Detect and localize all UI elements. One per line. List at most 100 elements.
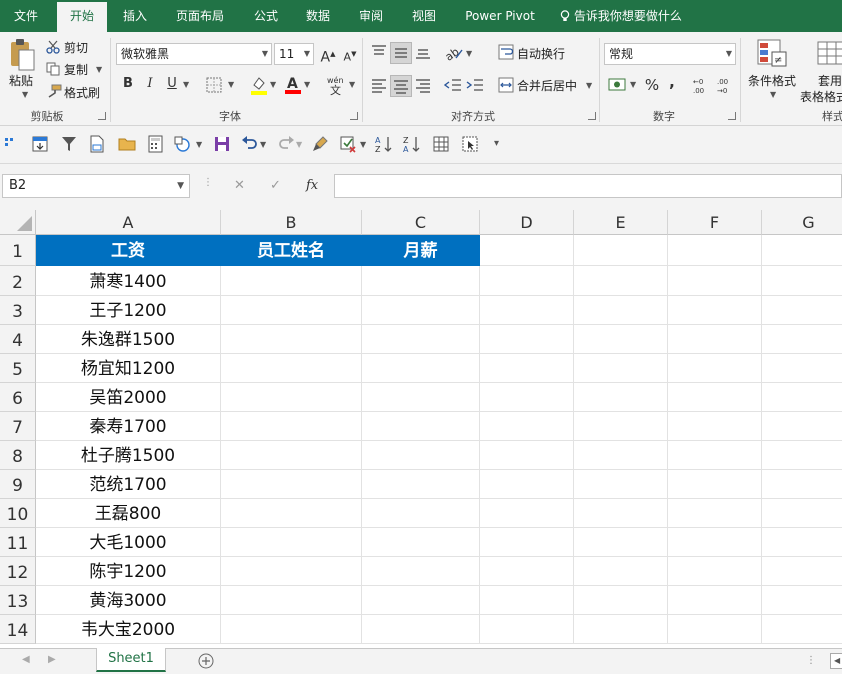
cell-e5[interactable] bbox=[574, 354, 668, 383]
cell-e12[interactable] bbox=[574, 557, 668, 586]
undo-icon[interactable] bbox=[240, 134, 260, 154]
paste-icon[interactable] bbox=[8, 38, 36, 74]
cell-b4[interactable] bbox=[221, 325, 362, 354]
cell-g6[interactable] bbox=[762, 383, 842, 412]
increase-font-size-icon[interactable]: A▲ bbox=[318, 44, 338, 66]
insert-function-icon[interactable]: fx bbox=[306, 178, 318, 193]
cell-e4[interactable] bbox=[574, 325, 668, 354]
cell-b12[interactable] bbox=[221, 557, 362, 586]
tab-view[interactable]: 视图 bbox=[402, 0, 446, 32]
row-header-9[interactable]: 9 bbox=[0, 470, 36, 499]
cell-b13[interactable] bbox=[221, 586, 362, 615]
cell-e6[interactable] bbox=[574, 383, 668, 412]
cell-g7[interactable] bbox=[762, 412, 842, 441]
shapes-dropdown-arrow[interactable]: ▼ bbox=[196, 140, 202, 149]
redo-icon[interactable] bbox=[276, 134, 296, 154]
tab-formulas[interactable]: 公式 bbox=[244, 0, 288, 32]
cell-g4[interactable] bbox=[762, 325, 842, 354]
sort-ascending-icon[interactable]: AZ bbox=[374, 134, 394, 154]
cell-b11[interactable] bbox=[221, 528, 362, 557]
cell-b14[interactable] bbox=[221, 615, 362, 644]
sheet-icon[interactable] bbox=[87, 134, 107, 154]
clear-format-icon[interactable] bbox=[338, 134, 358, 154]
cell-a4[interactable]: 朱逸群1500 bbox=[36, 325, 221, 354]
format-as-table-line1[interactable]: 套用 bbox=[818, 72, 842, 89]
row-header-5[interactable]: 5 bbox=[0, 354, 36, 383]
refresh-data-icon[interactable] bbox=[30, 134, 50, 154]
cell-f10[interactable] bbox=[668, 499, 762, 528]
conditional-format-button[interactable]: 条件格式 bbox=[748, 72, 796, 89]
cell-a10[interactable]: 王磊800 bbox=[36, 499, 221, 528]
scroll-right-icon[interactable]: ▶ bbox=[48, 654, 56, 665]
cell-g9[interactable] bbox=[762, 470, 842, 499]
phonetic-dropdown-arrow[interactable]: ▼ bbox=[349, 80, 355, 89]
cell-b9[interactable] bbox=[221, 470, 362, 499]
sort-descending-icon[interactable]: ZA bbox=[402, 134, 422, 154]
select-objects-icon[interactable] bbox=[460, 134, 480, 154]
formula-input[interactable] bbox=[334, 174, 842, 198]
cell-g14[interactable] bbox=[762, 615, 842, 644]
phonetic-icon[interactable]: wén 文 bbox=[326, 74, 348, 97]
cell-f14[interactable] bbox=[668, 615, 762, 644]
cell-e11[interactable] bbox=[574, 528, 668, 557]
cell-a13[interactable]: 黄海3000 bbox=[36, 586, 221, 615]
cell-a12[interactable]: 陈宇1200 bbox=[36, 557, 221, 586]
paste-button[interactable]: 粘贴 bbox=[9, 72, 33, 89]
accounting-format-icon[interactable] bbox=[608, 76, 628, 94]
shapes-icon[interactable] bbox=[172, 134, 192, 154]
cell-f2[interactable] bbox=[668, 266, 762, 296]
cell-b2[interactable] bbox=[221, 266, 362, 296]
bold-button[interactable]: B bbox=[118, 74, 138, 94]
column-header-e[interactable]: E bbox=[574, 210, 668, 235]
cell-c5[interactable] bbox=[362, 354, 480, 383]
merge-dropdown-arrow[interactable]: ▼ bbox=[586, 81, 592, 90]
orientation-icon[interactable]: ab bbox=[443, 44, 464, 64]
cell-d4[interactable] bbox=[480, 325, 574, 354]
redo-dropdown-arrow[interactable]: ▼ bbox=[296, 140, 302, 149]
cell-f8[interactable] bbox=[668, 441, 762, 470]
cell-d14[interactable] bbox=[480, 615, 574, 644]
row-header-8[interactable]: 8 bbox=[0, 441, 36, 470]
cell-f12[interactable] bbox=[668, 557, 762, 586]
brush-icon[interactable] bbox=[310, 134, 330, 154]
cell-a11[interactable]: 大毛1000 bbox=[36, 528, 221, 557]
name-box[interactable]: B2 ▼ bbox=[2, 174, 190, 198]
cell-a14[interactable]: 韦大宝2000 bbox=[36, 615, 221, 644]
column-header-d[interactable]: D bbox=[480, 210, 574, 235]
font-name-combo[interactable]: 微软雅黑 ▼ bbox=[116, 43, 272, 65]
tab-file[interactable]: 文件 bbox=[0, 0, 52, 32]
wrap-text-button[interactable]: 自动换行 bbox=[517, 45, 565, 62]
pivot-icon[interactable] bbox=[2, 134, 22, 154]
format-painter-button[interactable]: 格式刷 bbox=[64, 84, 100, 101]
border-dropdown-arrow[interactable]: ▼ bbox=[228, 80, 234, 89]
cell-g10[interactable] bbox=[762, 499, 842, 528]
enter-icon[interactable]: ✓ bbox=[270, 178, 281, 193]
tab-home[interactable]: 开始 bbox=[57, 2, 107, 32]
cell-f3[interactable] bbox=[668, 296, 762, 325]
cell-g11[interactable] bbox=[762, 528, 842, 557]
cell-g1[interactable] bbox=[762, 235, 842, 266]
calculator-icon[interactable] bbox=[146, 134, 166, 154]
copy-button[interactable]: 复制 bbox=[64, 61, 88, 78]
cell-f7[interactable] bbox=[668, 412, 762, 441]
cell-c11[interactable] bbox=[362, 528, 480, 557]
align-right-icon[interactable] bbox=[414, 77, 432, 93]
cell-d9[interactable] bbox=[480, 470, 574, 499]
fill-color-dropdown-arrow[interactable]: ▼ bbox=[270, 80, 276, 89]
cell-b10[interactable] bbox=[221, 499, 362, 528]
scroll-left-icon[interactable]: ◀ bbox=[22, 654, 30, 665]
row-header-7[interactable]: 7 bbox=[0, 412, 36, 441]
tab-page-layout[interactable]: 页面布局 bbox=[166, 0, 234, 32]
decrease-decimal-icon[interactable]: .00 →0 bbox=[716, 76, 734, 95]
column-header-a[interactable]: A bbox=[36, 210, 221, 235]
cell-e8[interactable] bbox=[574, 441, 668, 470]
merge-center-button[interactable]: 合并后居中 bbox=[517, 77, 577, 94]
cell-c13[interactable] bbox=[362, 586, 480, 615]
cell-d6[interactable] bbox=[480, 383, 574, 412]
paste-dropdown-arrow[interactable]: ▼ bbox=[22, 90, 28, 99]
cell-a8[interactable]: 杜子腾1500 bbox=[36, 441, 221, 470]
column-header-f[interactable]: F bbox=[668, 210, 762, 235]
align-center-icon[interactable] bbox=[390, 75, 412, 97]
cell-f5[interactable] bbox=[668, 354, 762, 383]
percent-button[interactable]: % bbox=[642, 75, 662, 95]
